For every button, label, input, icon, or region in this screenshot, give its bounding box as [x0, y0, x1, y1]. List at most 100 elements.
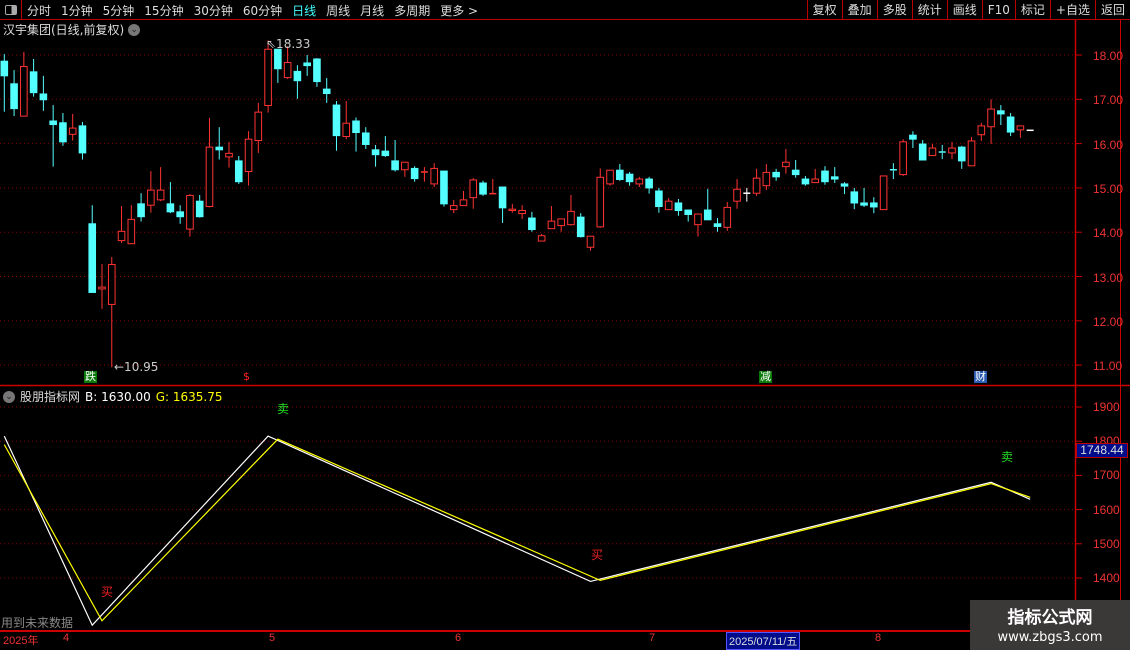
candle-body — [156, 189, 165, 201]
indicator-axis-label: 1600 — [1093, 502, 1120, 517]
price-axis-label: 17.00 — [1093, 93, 1124, 108]
candle-body — [352, 120, 360, 134]
event-marker[interactable]: 财 — [974, 371, 987, 383]
candle-body — [147, 189, 155, 206]
event-marker[interactable]: $ — [242, 371, 251, 383]
signal-marker: 买 — [101, 585, 114, 599]
month-label: 7 — [649, 632, 656, 644]
candle-body — [264, 48, 272, 107]
candle-body — [225, 152, 233, 158]
candle-body — [713, 223, 722, 227]
candle-body — [205, 146, 214, 208]
indicator-axis-label: 1900 — [1093, 400, 1120, 414]
candle-body — [508, 208, 517, 211]
candle-body — [664, 200, 673, 211]
watermark-title: 指标公式网 — [1007, 608, 1093, 628]
candle-body — [635, 178, 644, 185]
price-axis-label: 12.00 — [1093, 314, 1124, 329]
price-axis-label: 11.00 — [1093, 359, 1123, 374]
watermark: 指标公式网 www.zbgs3.com — [970, 600, 1130, 650]
candle-body — [39, 93, 48, 101]
month-label: 6 — [455, 632, 462, 644]
candle-body — [957, 146, 966, 162]
month-label: 5 — [269, 632, 276, 644]
candle-body — [88, 223, 97, 293]
candle-body — [850, 191, 859, 204]
candle-body — [498, 186, 507, 209]
candle-body — [860, 202, 868, 206]
watermark-url: www.zbgs3.com — [997, 630, 1103, 645]
date-year: 2025年 — [3, 635, 39, 647]
candle-body — [811, 178, 820, 184]
b-value: B: 1630.00 — [85, 389, 151, 404]
current-value-label: 1748.44 — [1076, 443, 1128, 458]
candle-body — [840, 183, 849, 187]
candle-body — [195, 200, 204, 218]
candle-body — [430, 167, 438, 185]
price-axis-label: 14.00 — [1093, 226, 1124, 241]
future-data-warning: 用到未来数据 — [1, 616, 74, 630]
candle-body — [928, 147, 937, 157]
candle-body — [293, 70, 302, 82]
candle-body — [918, 143, 927, 161]
month-label: 8 — [875, 632, 882, 644]
chart-canvas[interactable] — [0, 0, 1130, 650]
event-marker[interactable]: 跌 — [84, 371, 97, 383]
cursor-date: 2025/07/11/五 — [726, 632, 801, 650]
candle-body — [49, 120, 57, 126]
candle-body — [547, 220, 556, 230]
chevron-down-icon[interactable]: ⌄ — [3, 390, 15, 403]
candle-body — [283, 62, 292, 79]
candle-body — [733, 188, 741, 202]
candle-body — [332, 104, 341, 137]
candle-body — [606, 169, 614, 185]
candle-body — [20, 66, 28, 117]
price-axis-label: 13.00 — [1093, 270, 1124, 285]
g-value: G: 1635.75 — [155, 389, 223, 404]
candle-body — [830, 176, 839, 180]
indicator-line-b — [3, 435, 1031, 627]
indicator-axis-label: 1400 — [1093, 571, 1120, 585]
candle-body — [977, 125, 986, 136]
candle-body — [254, 111, 263, 141]
candle-body — [449, 205, 458, 211]
candle-body — [586, 235, 595, 248]
candle-body — [625, 173, 634, 183]
candle-body — [440, 170, 448, 205]
candle-body — [361, 132, 370, 145]
signal-marker: 卖 — [277, 402, 290, 416]
candle-body — [752, 177, 761, 194]
candle-body — [537, 235, 546, 242]
candle-body — [997, 110, 1005, 115]
high-label: ⇖18.33 — [266, 37, 311, 51]
candle-body — [655, 190, 663, 208]
indicator-axis-label: 1700 — [1093, 468, 1120, 483]
candle-body — [821, 170, 829, 183]
candle-body — [78, 125, 87, 154]
candle-body — [107, 264, 116, 305]
indicator-name: 股朋指标网 — [20, 390, 81, 404]
candle-body — [703, 209, 712, 221]
candle-body — [234, 160, 243, 183]
candle-body — [68, 127, 77, 135]
candle-body — [948, 147, 956, 154]
date-axis — [0, 630, 1130, 650]
candle-body — [274, 48, 282, 70]
low-label: ←10.95 — [114, 360, 159, 374]
candle-body — [967, 140, 976, 167]
candle-body — [176, 211, 184, 218]
candle-body — [1016, 125, 1025, 131]
event-marker[interactable]: 减 — [759, 371, 772, 383]
candle-body — [782, 161, 790, 168]
candle-body — [870, 202, 878, 208]
indicator-title: ⌄ 股朋指标网 B: 1630.00 G: 1635.75 — [3, 388, 223, 405]
candle-body — [684, 209, 693, 215]
candle-body — [59, 122, 67, 143]
candle-body — [342, 122, 351, 138]
candle-body — [410, 167, 419, 180]
candle-body — [1006, 116, 1015, 133]
candle-body — [567, 210, 575, 226]
candle-body — [401, 161, 409, 171]
candle-body — [596, 176, 605, 228]
candle-body — [459, 199, 468, 207]
